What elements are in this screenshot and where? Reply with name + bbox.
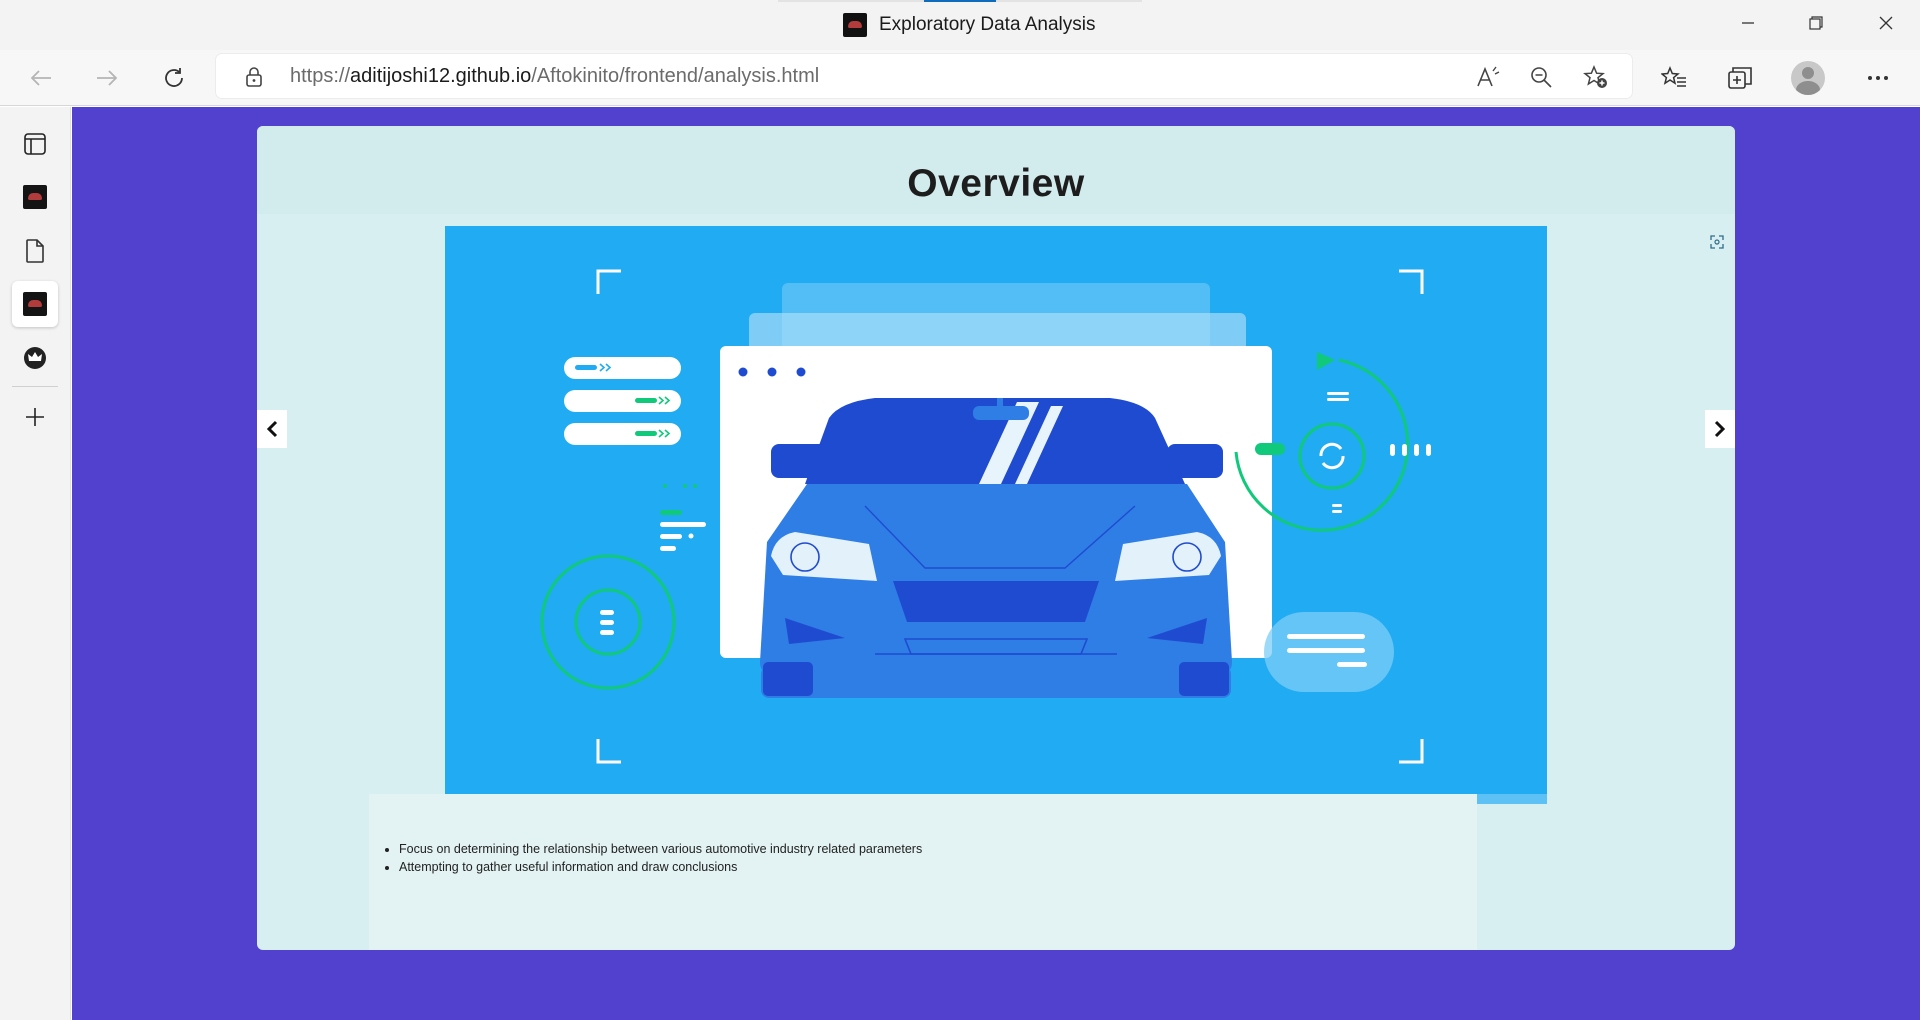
profile-icon[interactable] <box>1791 61 1825 95</box>
sidebar-tab-aftokinito-1[interactable] <box>12 174 58 220</box>
url-host: aditijoshi12.github.io <box>350 65 532 87</box>
slide-card: Overview • Focus on determining the rela… <box>257 126 1735 950</box>
crown-icon <box>24 347 46 369</box>
back-icon <box>30 70 51 86</box>
close-icon <box>1879 16 1893 30</box>
bullet-list: Focus on determining the relationship be… <box>385 840 922 876</box>
sidebar-tab-document[interactable] <box>12 228 58 274</box>
sidebar-divider <box>12 386 58 387</box>
collections-icon <box>1728 67 1752 89</box>
tab-actions-button[interactable] <box>12 121 58 167</box>
minimize-icon <box>1742 22 1754 24</box>
slide-caption: Focus on determining the relationship be… <box>369 794 1477 950</box>
tab-actions-icon <box>24 133 46 155</box>
site-favicon-icon <box>23 292 47 316</box>
window-title-group: Exploratory Data Analysis <box>843 12 1096 38</box>
refresh-button[interactable] <box>155 60 193 96</box>
zoom-out-button[interactable] <box>1527 64 1555 90</box>
next-slide-button[interactable] <box>1705 410 1735 448</box>
read-aloud-icon <box>1477 66 1500 87</box>
window-title: Exploratory Data Analysis <box>879 14 1096 35</box>
url-text[interactable]: https://aditijoshi12.github.io/Aftokinit… <box>290 65 819 88</box>
sidebar-tab-aftokinito-2[interactable] <box>12 281 58 327</box>
lock-icon[interactable] <box>246 67 262 92</box>
title-bar: Exploratory Data Analysis <box>0 0 1920 50</box>
read-aloud-button[interactable] <box>1474 64 1502 90</box>
bullet-item: Attempting to gather useful information … <box>399 858 922 876</box>
car-illustration <box>445 226 1547 804</box>
url-scheme: https:// <box>290 65 351 87</box>
more-button[interactable] <box>1860 60 1896 96</box>
fullscreen-icon <box>1710 235 1724 249</box>
sidebar-tab-crown-app[interactable] <box>12 335 58 381</box>
zoom-out-icon <box>1531 67 1552 88</box>
fullscreen-button[interactable] <box>1708 233 1726 251</box>
car-illustration-graphic <box>445 269 1547 804</box>
minimize-button[interactable] <box>1714 0 1782 46</box>
refresh-icon <box>165 68 183 87</box>
restore-button[interactable] <box>1782 0 1850 46</box>
previous-slide-button[interactable] <box>257 410 287 448</box>
slide-title: Overview <box>907 162 1085 205</box>
restore-icon <box>1809 16 1823 30</box>
site-favicon-icon <box>23 185 47 209</box>
address-bar[interactable]: https://aditijoshi12.github.io/Aftokinit… <box>216 54 1632 98</box>
forward-icon <box>97 70 118 86</box>
back-button[interactable] <box>22 60 60 96</box>
close-button[interactable] <box>1852 0 1920 46</box>
collections-button[interactable] <box>1722 60 1758 96</box>
document-icon <box>26 239 44 263</box>
chevron-left-icon <box>266 420 278 438</box>
plus-icon <box>26 408 44 426</box>
site-favicon-icon <box>843 13 867 37</box>
bullet-item: Focus on determining the relationship be… <box>399 840 922 858</box>
forward-button[interactable] <box>88 60 126 96</box>
chevron-right-icon <box>1714 420 1726 438</box>
profile-button[interactable] <box>1790 60 1826 96</box>
new-tab-button[interactable] <box>12 394 58 440</box>
vertical-tabs-sidebar <box>0 107 71 1020</box>
favorites-icon <box>1661 66 1686 87</box>
more-icon <box>1868 76 1888 80</box>
tab-indicator <box>778 0 1142 2</box>
favorites-button[interactable] <box>1656 60 1692 96</box>
navigation-bar: https://aditijoshi12.github.io/Aftokinit… <box>0 50 1920 106</box>
add-favorite-icon <box>1583 65 1607 88</box>
page-content: Overview • Focus on determining the rela… <box>72 107 1920 1020</box>
add-favorite-button[interactable] <box>1582 64 1610 90</box>
url-path: /Aftokinito/frontend/analysis.html <box>531 65 820 87</box>
